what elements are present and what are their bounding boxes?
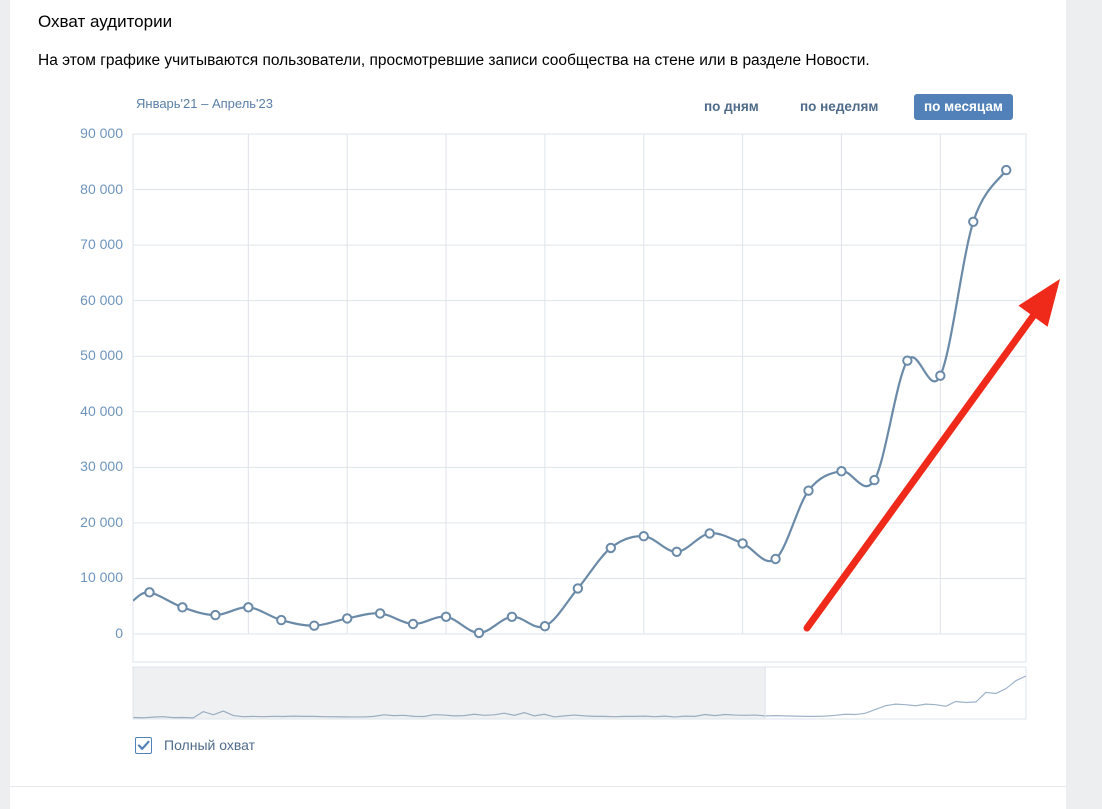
data-point <box>605 542 617 554</box>
checkmark-icon <box>137 740 150 750</box>
data-point <box>671 546 682 557</box>
data-point <box>243 602 254 613</box>
data-point <box>276 614 287 626</box>
data-point <box>210 609 221 621</box>
plot-area <box>132 133 1027 635</box>
legend-checkbox[interactable] <box>135 736 152 754</box>
data-point <box>704 528 715 539</box>
data-point <box>1001 164 1012 176</box>
data-point <box>341 613 353 624</box>
data-point <box>407 618 419 630</box>
x-axis-strip <box>132 633 1027 663</box>
data-point <box>869 474 880 486</box>
reach-chart <box>132 133 1060 720</box>
data-point <box>836 466 847 477</box>
legend-label: Полный охват <box>164 737 256 753</box>
data-point <box>638 531 649 542</box>
data-point <box>506 611 518 622</box>
data-point <box>902 355 913 366</box>
data-point <box>737 538 748 549</box>
data-point <box>968 216 979 227</box>
data-point <box>935 370 946 381</box>
data-point <box>473 627 485 639</box>
data-point <box>770 553 781 565</box>
legend-full-reach[interactable]: Полный охват <box>135 735 255 755</box>
data-point <box>374 608 386 619</box>
data-point <box>144 587 155 598</box>
overview-window <box>132 666 766 720</box>
data-point <box>539 621 551 632</box>
data-point <box>177 602 188 613</box>
data-point <box>440 611 452 622</box>
data-point <box>309 620 320 631</box>
data-point <box>803 485 814 496</box>
data-point <box>572 583 584 594</box>
